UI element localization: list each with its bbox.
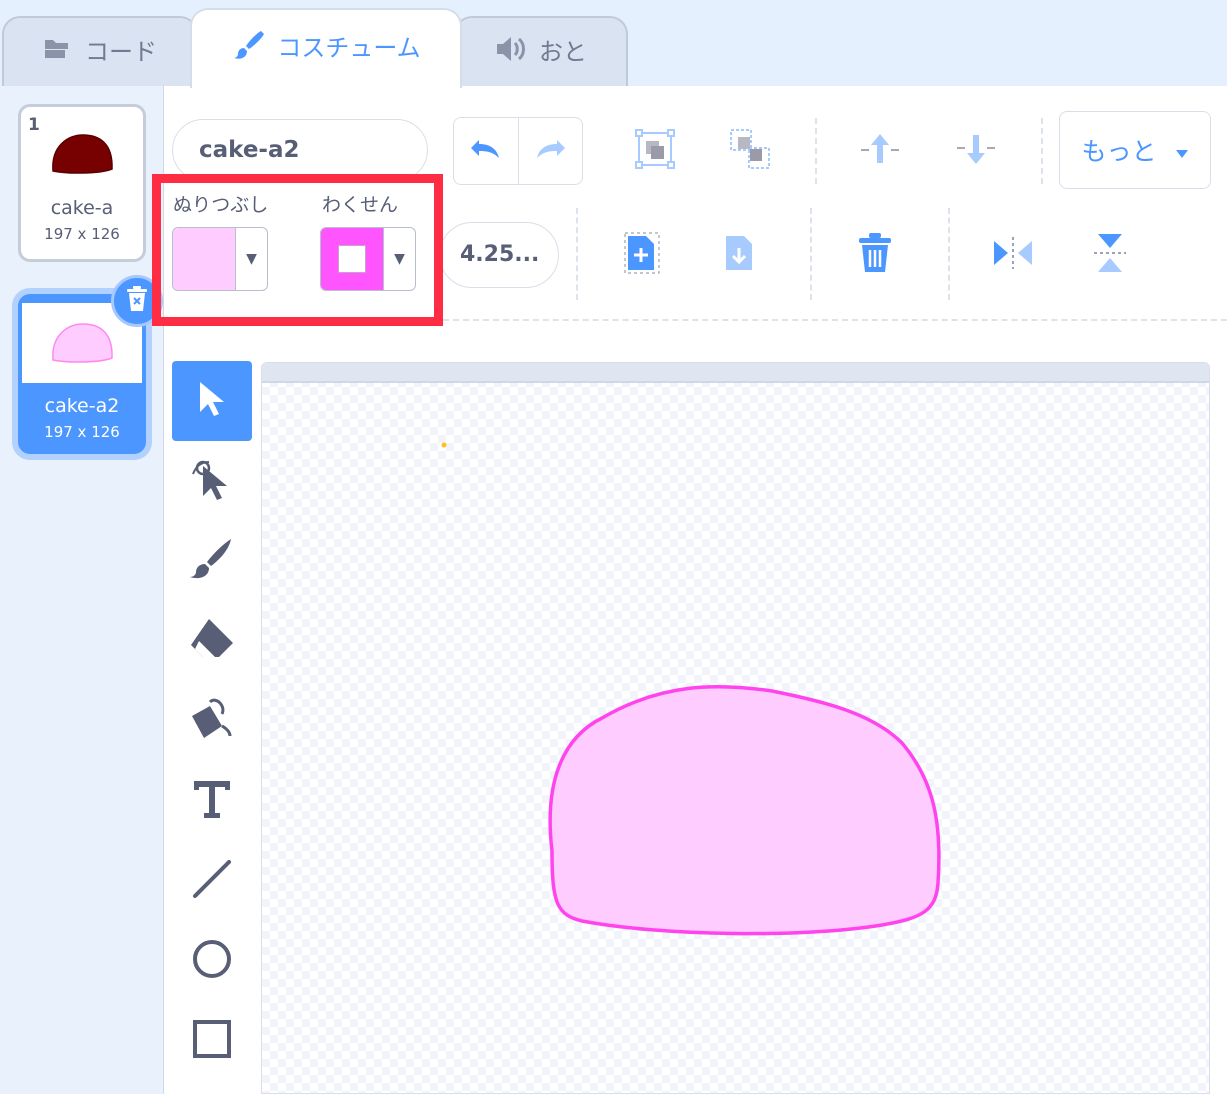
eraser-tool[interactable] — [172, 601, 252, 681]
reshape-tool[interactable] — [172, 441, 252, 521]
tab-costume[interactable]: コスチューム — [190, 8, 462, 88]
tab-sound-label: おと — [539, 37, 587, 66]
caret-down-icon: ▼ — [235, 228, 267, 290]
fill-color-picker[interactable]: ▼ — [172, 227, 268, 291]
rotation-center-dot — [441, 442, 447, 448]
tab-code-label: コード — [85, 37, 157, 66]
undo-icon — [469, 138, 503, 164]
group-icon — [635, 129, 675, 173]
toolbar-divider — [810, 208, 812, 300]
costume-size: 197 x 126 — [44, 423, 120, 441]
tab-costume-label: コスチューム — [277, 33, 421, 62]
ungroup-icon — [729, 128, 771, 174]
text-icon — [192, 779, 232, 823]
costume-thumbnail — [32, 123, 132, 185]
flip-horizontal-button[interactable] — [983, 225, 1043, 285]
cake-shape — [548, 684, 941, 936]
flip-horizontal-icon — [992, 235, 1034, 275]
more-button[interactable]: もっと — [1059, 111, 1211, 189]
outline-swatch — [321, 228, 383, 290]
rectangle-icon — [192, 1019, 232, 1063]
costume-name: cake-a2 — [44, 395, 120, 417]
line-tool[interactable] — [172, 841, 252, 921]
toolbar-divider — [948, 208, 950, 300]
brush-tool[interactable] — [172, 521, 252, 601]
undo-redo-group — [453, 117, 583, 185]
rectangle-tool[interactable] — [172, 1001, 252, 1081]
speaker-icon — [495, 35, 527, 63]
costume-index: 1 — [28, 115, 40, 135]
costume-list: 1 cake-a 197 x 126 2 cake-a2 197 x 126 — [0, 86, 164, 1094]
forward-icon — [859, 132, 901, 170]
caret-down-icon: ▼ — [383, 228, 415, 290]
eraser-icon — [189, 617, 235, 665]
new-costume-button[interactable] — [612, 225, 672, 285]
trash-icon — [125, 285, 149, 317]
export-button[interactable] — [710, 225, 770, 285]
costume-index: 2 — [28, 305, 40, 325]
export-icon — [722, 232, 758, 278]
toolbar-divider — [576, 208, 578, 300]
costume-name: cake-a — [50, 197, 114, 219]
more-label: もっと — [1081, 137, 1157, 166]
forward-button[interactable] — [850, 121, 910, 181]
delete-button[interactable] — [845, 225, 905, 285]
stroke-width-input[interactable]: 4.25... — [439, 222, 559, 288]
delete-icon — [857, 232, 893, 278]
code-blocks-icon — [43, 37, 73, 61]
reshape-icon — [189, 454, 235, 508]
fill-label: ぬりつぶし — [173, 194, 269, 216]
costume-item-2[interactable]: 2 cake-a2 197 x 126 — [18, 275, 163, 454]
paintbrush-icon — [231, 28, 265, 62]
fill-swatch — [173, 228, 235, 290]
flip-vertical-icon — [1092, 232, 1128, 278]
tab-sound[interactable]: おと — [454, 16, 628, 88]
ungroup-button[interactable] — [720, 121, 780, 181]
toolbar-divider — [815, 118, 817, 184]
backward-button[interactable] — [946, 121, 1006, 181]
paint-bucket-icon — [188, 696, 236, 746]
costume-size: 197 x 126 — [44, 225, 120, 243]
fill-tool[interactable] — [172, 681, 252, 761]
arrow-cursor-icon — [195, 379, 229, 423]
outline-color-picker[interactable]: ▼ — [320, 227, 416, 291]
group-button[interactable] — [625, 121, 685, 181]
text-tool[interactable] — [172, 761, 252, 841]
drawing-canvas[interactable] — [261, 362, 1210, 1094]
undo-button[interactable] — [454, 118, 518, 184]
new-costume-icon — [624, 232, 660, 278]
toolbar-divider-horizontal — [443, 319, 1227, 321]
brush-icon — [189, 536, 235, 586]
toolbar-divider — [1041, 118, 1043, 184]
outline-label: わくせん — [322, 194, 399, 216]
canvas-drawing — [441, 442, 941, 936]
backward-icon — [955, 132, 997, 170]
flip-vertical-button[interactable] — [1080, 225, 1140, 285]
caret-down-icon — [1175, 136, 1189, 165]
circle-icon — [191, 938, 233, 984]
redo-icon — [533, 138, 567, 164]
redo-button[interactable] — [517, 118, 583, 184]
tab-code[interactable]: コード — [2, 16, 198, 88]
costume-item-1[interactable]: 1 cake-a 197 x 126 — [18, 104, 146, 262]
circle-tool[interactable] — [172, 921, 252, 1001]
costume-name-input[interactable]: cake-a2 — [172, 119, 428, 181]
select-tool[interactable] — [172, 361, 252, 441]
line-icon — [191, 858, 233, 904]
